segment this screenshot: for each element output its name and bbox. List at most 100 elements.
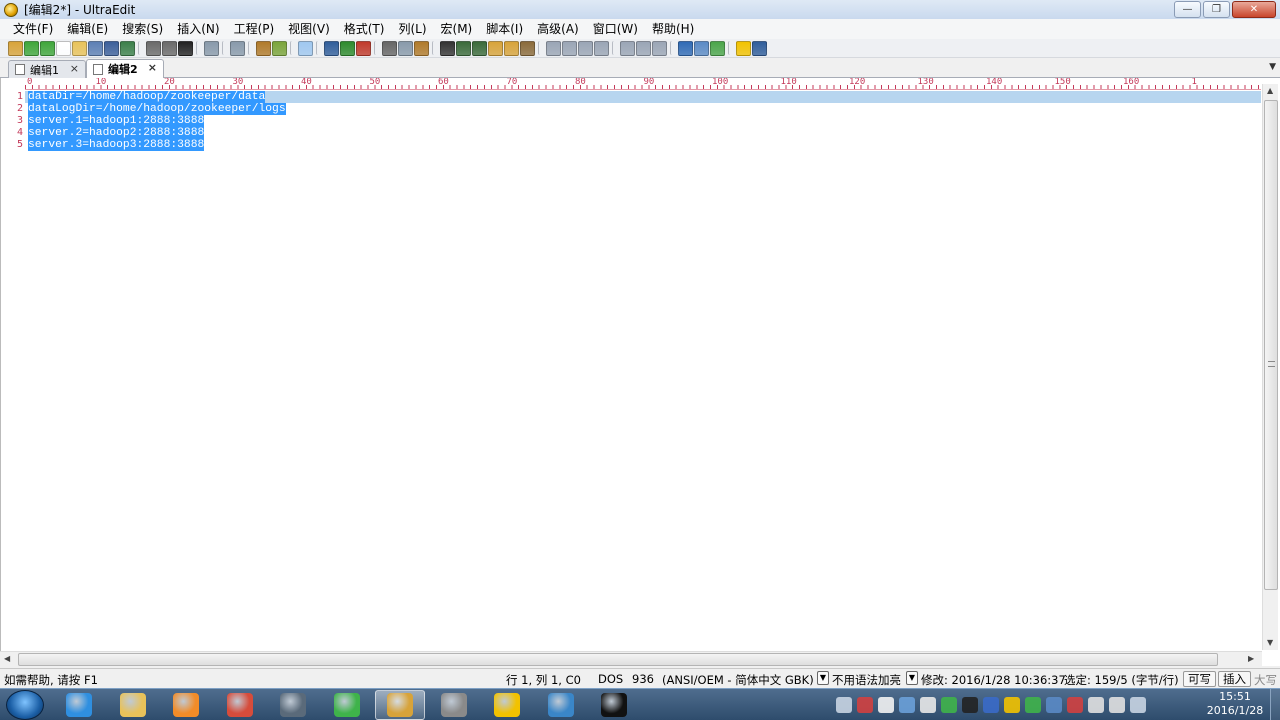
paste-icon[interactable] <box>414 40 429 56</box>
nav-back-icon[interactable] <box>324 40 339 56</box>
keyboard-tray-icon[interactable] <box>836 697 852 713</box>
align-left-icon[interactable] <box>546 40 561 56</box>
maximize-button[interactable]: ❐ <box>1203 1 1230 18</box>
scroll-down-icon[interactable]: ▼ <box>1267 638 1273 647</box>
menu-item[interactable]: 宏(M) <box>434 19 480 39</box>
tab-file-2[interactable]: 编辑2 × <box>86 59 164 78</box>
nav-forward-icon[interactable] <box>340 40 355 56</box>
close-button[interactable]: ✕ <box>1232 1 1276 18</box>
flag-tray-icon[interactable] <box>1067 697 1083 713</box>
360-tray-icon[interactable] <box>941 697 957 713</box>
status-insert-mode[interactable]: 插入 <box>1218 671 1251 687</box>
copy-icon[interactable] <box>398 40 413 56</box>
qq-tray-icon[interactable] <box>962 697 978 713</box>
tab-list-dropdown-icon[interactable]: ▼ <box>1269 62 1276 72</box>
find-icon[interactable] <box>440 40 455 56</box>
clock[interactable]: 15:51 2016/1/28 <box>1203 690 1267 718</box>
code-line[interactable]: dataLogDir=/home/hadoop/zookeeper/logs <box>28 103 286 115</box>
align-center-icon[interactable] <box>562 40 577 56</box>
replace-in-files-icon[interactable] <box>504 40 519 56</box>
function-list-icon[interactable] <box>272 40 287 56</box>
start-button[interactable] <box>6 690 44 720</box>
close-file-icon[interactable] <box>88 40 103 56</box>
tab-close-icon[interactable]: × <box>148 61 157 74</box>
taskbar-app-button[interactable] <box>536 690 586 720</box>
ultraedit-app-icon[interactable] <box>4 2 18 17</box>
scroll-right-icon[interactable]: ▶ <box>1248 654 1254 663</box>
text-area[interactable]: dataDir=/home/hadoop/zookeeper/data dataL… <box>25 91 1261 653</box>
goto-icon[interactable] <box>520 40 535 56</box>
split-horizontal-icon[interactable] <box>620 40 635 56</box>
taskbar-app-button[interactable] <box>589 690 639 720</box>
menu-item[interactable]: 工程(P) <box>227 19 282 39</box>
bluetooth-tray-icon[interactable] <box>983 697 999 713</box>
new-project-icon[interactable] <box>8 40 23 56</box>
minimize-button[interactable]: — <box>1174 1 1201 18</box>
replace-icon[interactable] <box>472 40 487 56</box>
horizontal-scrollbar[interactable]: ◀ ▶ <box>0 651 1262 667</box>
code-line[interactable]: dataDir=/home/hadoop/zookeeper/data <box>28 91 266 103</box>
line-numbers-icon[interactable] <box>298 40 313 56</box>
forward-icon[interactable] <box>40 40 55 56</box>
web-browser-icon[interactable] <box>678 40 693 56</box>
vertical-scroll-thumb[interactable] <box>1264 100 1278 590</box>
menu-item[interactable]: 帮助(H) <box>645 19 701 39</box>
align-right-icon[interactable] <box>578 40 593 56</box>
security-tray-icon[interactable] <box>1025 697 1041 713</box>
save-all-icon[interactable] <box>120 40 135 56</box>
ftp-icon[interactable] <box>694 40 709 56</box>
status-encoding[interactable]: (ANSI/OEM - 简体中文 GBK) <box>662 672 814 688</box>
code-line[interactable]: server.1=hadoop1:2888:3888 <box>28 115 205 127</box>
taskbar-app-button[interactable] <box>482 690 532 720</box>
cut-icon[interactable] <box>382 40 397 56</box>
back-icon[interactable] <box>24 40 39 56</box>
status-line-ending[interactable]: DOS <box>598 672 623 686</box>
taskbar-app-button[interactable] <box>54 690 104 720</box>
taskbar-app-button[interactable] <box>375 690 425 720</box>
network-tray-icon[interactable] <box>857 697 873 713</box>
find-in-files-icon[interactable] <box>488 40 503 56</box>
menu-item[interactable]: 编辑(E) <box>60 19 115 39</box>
menu-item[interactable]: 格式(T) <box>337 19 392 39</box>
tip-icon[interactable] <box>736 40 751 56</box>
vertical-scrollbar[interactable]: ▲ ▼ <box>1262 84 1278 650</box>
taskbar-app-button[interactable] <box>215 690 265 720</box>
font-icon[interactable] <box>178 40 193 56</box>
encoding-dropdown-icon[interactable]: ▼ <box>817 671 829 685</box>
menu-item[interactable]: 脚本(I) <box>479 19 530 39</box>
clipboard-tray-icon[interactable] <box>878 697 894 713</box>
volume-tray-icon[interactable] <box>1109 697 1125 713</box>
word-wrap-icon[interactable] <box>204 40 219 56</box>
menu-item[interactable]: 文件(F) <box>6 19 60 39</box>
windows-tray-icon[interactable] <box>920 697 936 713</box>
stop-icon[interactable] <box>356 40 371 56</box>
hex-mode-icon[interactable] <box>256 40 271 56</box>
help-icon[interactable] <box>752 40 767 56</box>
taskbar-app-button[interactable] <box>268 690 318 720</box>
column-mode-icon[interactable] <box>230 40 245 56</box>
menu-item[interactable]: 搜索(S) <box>115 19 170 39</box>
usb-tray-icon[interactable] <box>1088 697 1104 713</box>
scroll-up-icon[interactable]: ▲ <box>1267 86 1273 95</box>
status-syntax[interactable]: 不用语法加亮 <box>832 672 901 688</box>
menu-item[interactable]: 视图(V) <box>281 19 337 39</box>
new-file-icon[interactable] <box>56 40 71 56</box>
scroll-left-icon[interactable]: ◀ <box>4 654 10 663</box>
plus-tray-icon[interactable] <box>1004 697 1020 713</box>
open-file-icon[interactable] <box>72 40 87 56</box>
horizontal-scroll-thumb[interactable] <box>18 653 1218 666</box>
show-desktop-button[interactable] <box>1270 689 1280 720</box>
taskbar-app-button[interactable] <box>161 690 211 720</box>
print-preview-icon[interactable] <box>162 40 177 56</box>
menu-item[interactable]: 高级(A) <box>530 19 586 39</box>
cascade-icon[interactable] <box>652 40 667 56</box>
signal-tray-icon[interactable] <box>1130 697 1146 713</box>
status-writable[interactable]: 可写 <box>1183 671 1216 687</box>
taskbar-app-button[interactable] <box>108 690 158 720</box>
menu-item[interactable]: 窗口(W) <box>586 19 645 39</box>
tab-file-1[interactable]: 编辑1 × <box>8 60 86 78</box>
taskbar-app-button[interactable] <box>322 690 372 720</box>
shield-tray-icon[interactable] <box>899 697 915 713</box>
menu-item[interactable]: 列(L) <box>391 19 433 39</box>
menu-item[interactable]: 插入(N) <box>170 19 226 39</box>
